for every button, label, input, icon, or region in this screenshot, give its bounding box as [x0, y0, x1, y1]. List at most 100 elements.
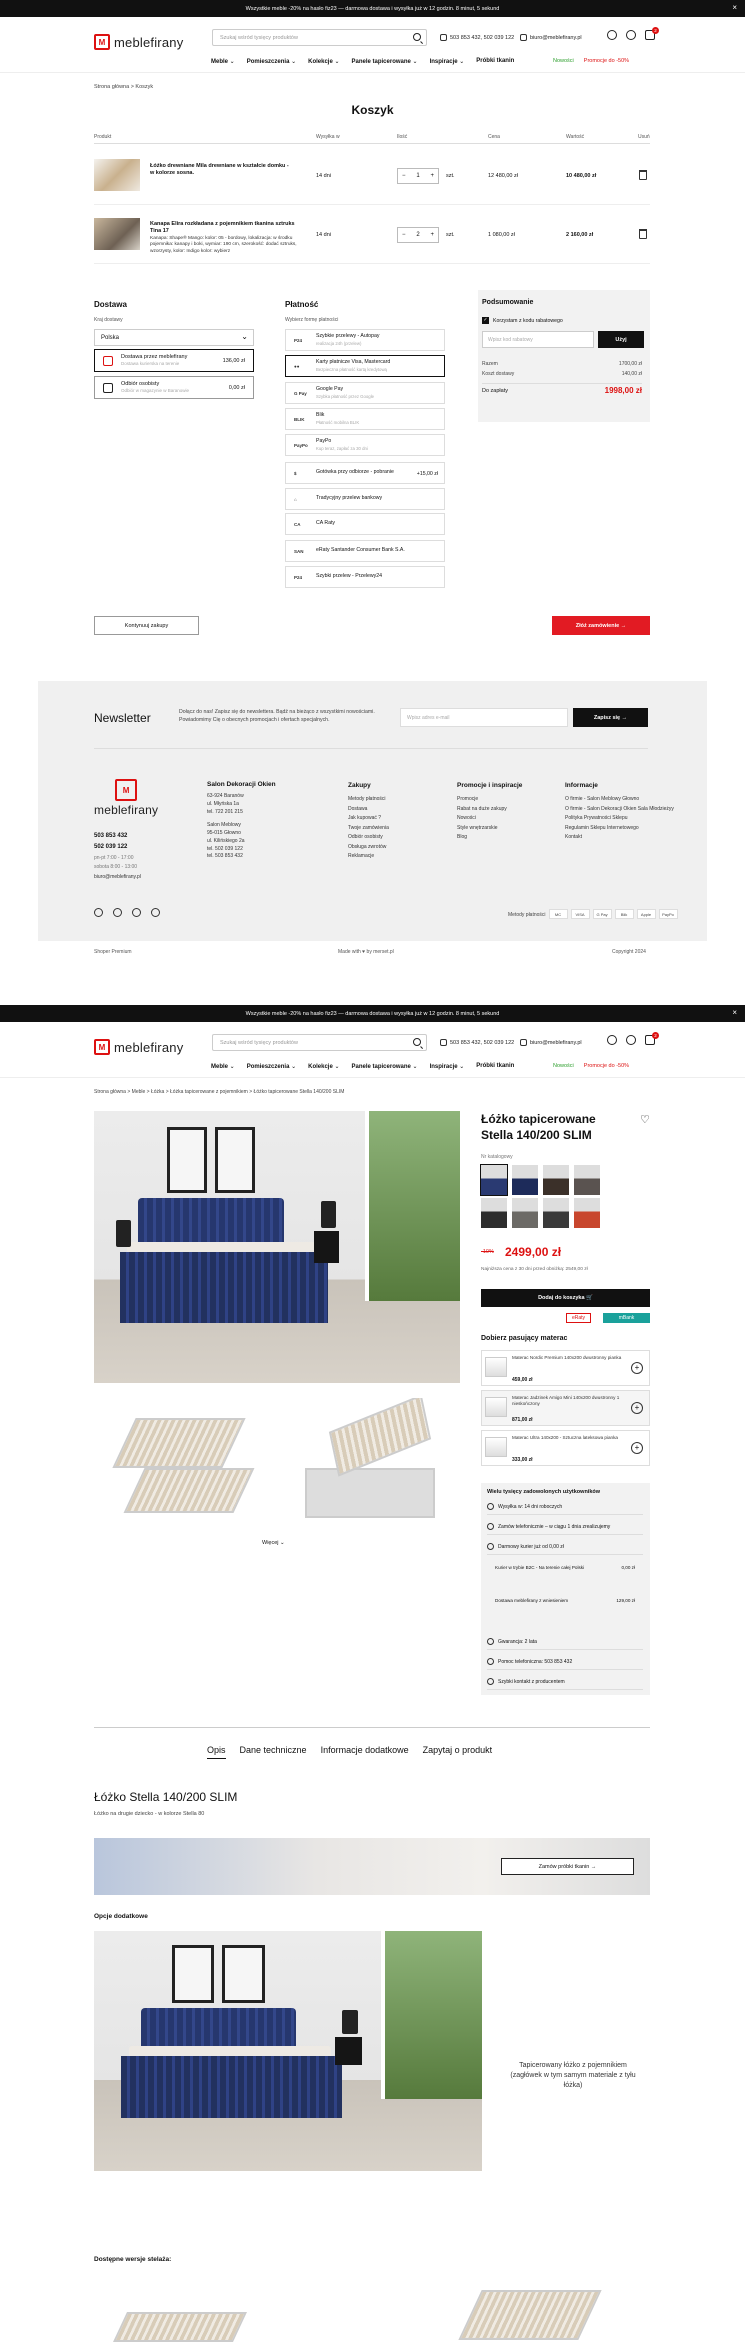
user-icon[interactable] [626, 1035, 636, 1045]
gallery-thumb[interactable] [280, 1398, 460, 1528]
minus-icon[interactable]: − [402, 232, 406, 238]
footer-link[interactable]: 63-924 Baranów [207, 793, 276, 801]
shoper-credit[interactable]: Shoper Premium [94, 949, 132, 955]
nav-item[interactable]: Próbki tkanin [476, 58, 514, 65]
payment-option[interactable]: SAN eRaty Santander Consumer Bank S.A. [285, 540, 445, 562]
search-input[interactable]: Szukaj wśród tysięcy produktów [212, 1034, 427, 1051]
footer-link[interactable]: Kontakt [565, 833, 674, 843]
frame-version-image[interactable] [458, 2290, 602, 2340]
footer-link[interactable]: Blog [457, 833, 522, 843]
nav-item[interactable]: Meble [211, 1063, 235, 1070]
info-row[interactable]: Wysyłka w: 14 dni roboczych [487, 1503, 643, 1515]
color-variant-thumb[interactable] [480, 1164, 508, 1196]
nav-item[interactable]: Panele tapicerowane [352, 1063, 418, 1070]
footer-link[interactable]: Jak kupować ? [348, 814, 389, 824]
eraty-badge[interactable]: eRaty [566, 1313, 591, 1323]
phone-contact[interactable]: 503 853 432, 502 039 122 [440, 1039, 514, 1046]
footer-link[interactable]: Regulamin Sklepu Internetowego [565, 824, 674, 834]
nav-item[interactable]: Meble [211, 58, 235, 65]
footer-link[interactable]: ul. Młyńska 1a [207, 801, 276, 809]
add-icon[interactable]: + [631, 1442, 643, 1454]
tab-additional[interactable]: Informacje dodatkowe [321, 1745, 409, 1759]
nav-item[interactable]: Pomieszczenia [247, 58, 296, 65]
payment-option[interactable]: CA CA Raty [285, 513, 445, 535]
color-variant-thumb[interactable] [574, 1198, 600, 1228]
delivery-option[interactable]: Dostawa przez meblefirany Dostawa kuriers… [94, 349, 254, 372]
nav-new[interactable]: Nowości [553, 1063, 574, 1069]
frame-version-image[interactable] [113, 2312, 247, 2342]
mattress-option[interactable]: Materac Jadzinek Amigo Mini 140x200 dwus… [481, 1390, 650, 1426]
payment-option[interactable]: G Pay Google Pay Szybka płatność przez Goo… [285, 382, 445, 404]
country-select[interactable]: Polska [94, 329, 254, 346]
footer-link[interactable]: Salon Meblowy [207, 822, 276, 830]
footer-link[interactable]: 95-015 Głowno [207, 830, 276, 838]
payment-option[interactable]: ⌂ Tradycyjny przelew bankowy [285, 488, 445, 510]
discount-input[interactable]: Wpisz kod rabatowy [482, 331, 594, 348]
add-to-cart-button[interactable]: Dodaj do koszyka 🛒 [481, 1289, 650, 1307]
nav-item[interactable]: Inspiracje [430, 58, 465, 65]
youtube-icon[interactable] [94, 908, 103, 917]
user-icon[interactable] [626, 30, 636, 40]
nav-item[interactable]: Pomieszczenia [247, 1063, 296, 1070]
cart-icon[interactable]: 2 [645, 1032, 659, 1045]
phone-contact[interactable]: 503 853 432, 502 039 122 [440, 34, 514, 41]
color-variant-thumb[interactable] [512, 1165, 538, 1195]
logo[interactable]: Mmeblefirany [94, 1039, 183, 1055]
close-icon[interactable]: × [732, 1008, 737, 1017]
product-image[interactable] [94, 218, 140, 250]
continue-shopping-button[interactable]: Kontynuuj zakupy [94, 616, 199, 635]
footer-link[interactable]: Obsługa zwrotów [348, 843, 389, 853]
info-row[interactable]: Gwarancja: 2 lata [487, 1638, 643, 1650]
mattress-option[interactable]: Materac Ultra 140x200 - Sztuczna latekso… [481, 1430, 650, 1466]
newsletter-email-input[interactable]: Wpisz adres e-mail [400, 708, 568, 727]
footer-link[interactable]: Twoje zamówienia [348, 824, 389, 834]
place-order-button[interactable]: Złóż zamówienie → [552, 616, 650, 635]
tab-technical[interactable]: Dane techniczne [240, 1745, 307, 1759]
payment-option[interactable]: P24 Szybki przelew - Przelewy24 [285, 566, 445, 588]
nav-item[interactable]: Inspiracje [430, 1063, 465, 1070]
newsletter-submit-button[interactable]: Zapisz się → [573, 708, 648, 727]
email-contact[interactable]: biuro@meblefirany.pl [520, 1039, 582, 1046]
pinterest-icon[interactable] [151, 908, 160, 917]
product-description[interactable]: Kanapa Elira rozkładana z pojemnikiem tk… [150, 221, 300, 255]
heart-icon[interactable]: ♡ [640, 1113, 650, 1126]
minus-icon[interactable]: − [402, 173, 406, 179]
add-icon[interactable]: + [631, 1402, 643, 1414]
footer-link[interactable]: O firmie - Salon Dekoracji Okien Sala Mł… [565, 805, 674, 815]
payment-option[interactable]: P24 Szybkie przelewy - Autopay realizacja … [285, 329, 445, 351]
footer-link[interactable]: tel. 722 201 215 [207, 809, 276, 817]
delivery-option[interactable]: Odbiór osobisty Odbiór w magazynie w Bara… [94, 376, 254, 399]
footer-link[interactable]: tel. 502 039 122 [207, 846, 276, 854]
footer-link[interactable]: Odbiór osobisty [348, 833, 389, 843]
color-variant-thumb[interactable] [543, 1165, 569, 1195]
quantity-stepper[interactable]: − 2 + [397, 227, 439, 243]
instagram-icon[interactable] [132, 908, 141, 917]
mattress-option[interactable]: Materac Nordic Premium 140x200 dwustronn… [481, 1350, 650, 1386]
trash-icon[interactable] [639, 170, 647, 180]
order-fabric-samples-button[interactable]: Zamów próbki tkanin → [501, 1858, 634, 1875]
footer-link[interactable]: Rabat na duże zakupy [457, 805, 522, 815]
facebook-icon[interactable] [113, 908, 122, 917]
nav-new[interactable]: Nowości [553, 58, 574, 64]
color-variant-thumb[interactable] [512, 1198, 538, 1228]
footer-link[interactable]: tel. 503 853 432 [207, 853, 276, 861]
payment-option[interactable]: ●● Karty płatnicze Visa, Mastercard Bezpie… [285, 355, 445, 377]
footer-link[interactable]: Nowości [457, 814, 522, 824]
color-variant-thumb[interactable] [481, 1198, 507, 1228]
footer-link[interactable]: Promocje [457, 795, 522, 805]
add-icon[interactable]: + [631, 1362, 643, 1374]
breadcrumb[interactable]: Strona główna > Meble > Łóżka > Łóżka ta… [94, 1089, 344, 1095]
discount-checkbox[interactable]: ✓ Korzystam z kodu rabatowego [482, 317, 563, 324]
apply-code-button[interactable]: Użyj [598, 331, 644, 348]
footer-logo[interactable]: Mmeblefirany [94, 779, 158, 817]
info-row[interactable]: Szybki kontakt z producentem [487, 1678, 643, 1690]
footer-link[interactable]: Polityka Prywatności Sklepu [565, 814, 674, 824]
footer-link[interactable]: Metody płatności [348, 795, 389, 805]
main-product-image[interactable] [94, 1111, 460, 1383]
footer-link[interactable]: O firmie - Salon Meblowy Głowno [565, 795, 674, 805]
nav-item[interactable]: Kolekcje [308, 1063, 339, 1070]
made-with-credit[interactable]: Made with ♥ by merset.pl [338, 949, 394, 955]
footer-phones[interactable]: 503 853 432 502 039 122 [94, 833, 127, 850]
close-icon[interactable]: × [732, 3, 737, 12]
search-icon[interactable] [413, 1038, 421, 1046]
